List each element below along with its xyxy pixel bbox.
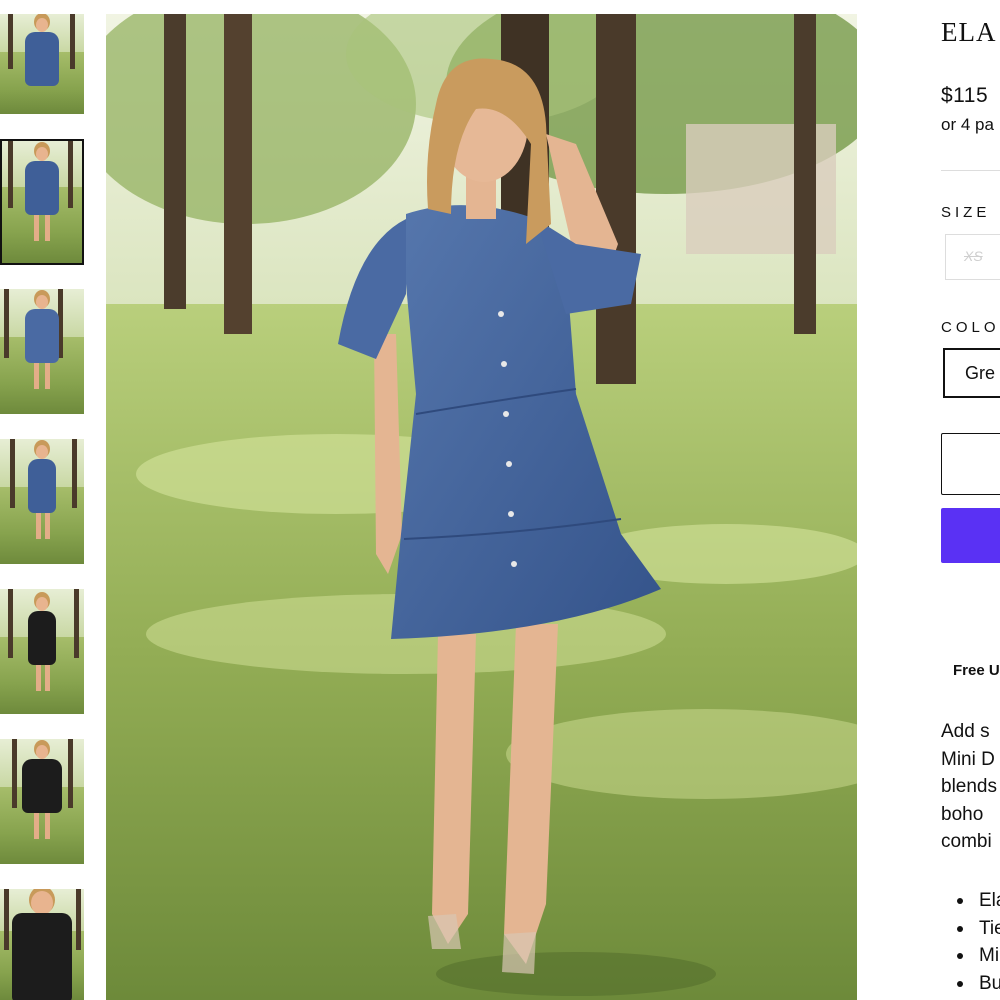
thumbnail-6[interactable] (0, 739, 84, 864)
feature-item: Bu (941, 970, 1000, 998)
description-line: combi (941, 831, 992, 852)
divider (941, 170, 1000, 171)
installments-text: or 4 pa (941, 115, 994, 134)
size-option-label: XS (964, 248, 983, 264)
size-label: SIZE (941, 204, 991, 221)
thumbnail-7[interactable] (0, 889, 84, 1000)
thumbnail-3[interactable] (0, 289, 84, 414)
thumbnail-4[interactable] (0, 439, 84, 564)
product-description: Add s Mini D blends boho combi (941, 718, 1000, 856)
color-option-selected[interactable]: Gre (943, 348, 1000, 398)
thumbnail-gallery (0, 0, 86, 1000)
feature-item: Ela (941, 887, 1000, 915)
product-info-panel: ELA $115 or 4 pa SIZE XS COLO Gre Free U… (941, 0, 1000, 1000)
color-label: COLO (941, 319, 1000, 336)
feature-item: Mi (941, 942, 1000, 970)
shipping-info: Free U (953, 662, 1000, 679)
size-option-xs[interactable]: XS (945, 234, 1000, 280)
product-price: $115 (941, 84, 989, 107)
feature-list: Ela Tie Mi Bu (941, 887, 1000, 997)
product-title: ELA (941, 17, 997, 47)
add-to-cart-button[interactable] (941, 433, 1000, 495)
thumbnail-5[interactable] (0, 589, 84, 714)
product-photo (106, 14, 857, 1000)
main-product-image[interactable] (106, 14, 857, 1000)
description-line: boho (941, 803, 984, 825)
thumbnail-2[interactable] (0, 139, 84, 265)
buy-now-button[interactable] (941, 508, 1000, 563)
description-line: blends (941, 776, 997, 797)
color-option-label: Gre (965, 363, 996, 383)
feature-item: Tie (941, 915, 1000, 943)
thumbnail-1[interactable] (0, 14, 84, 114)
description-line: Add s (941, 721, 990, 742)
description-line: Mini D (941, 748, 995, 770)
